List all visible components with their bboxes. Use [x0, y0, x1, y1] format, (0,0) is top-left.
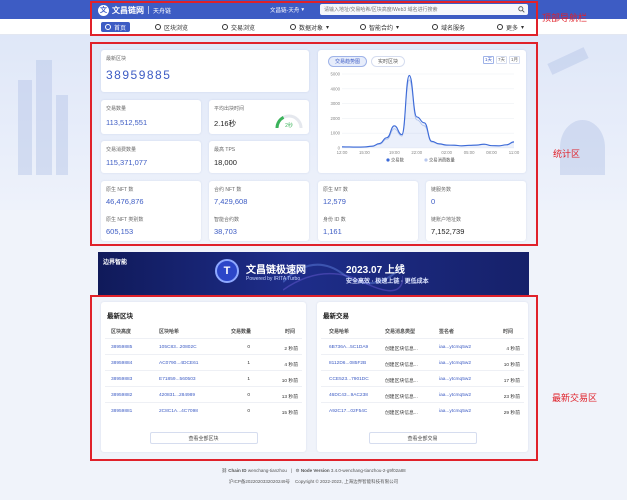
- banner-slogan: 安全高效 · 极速上链 · 更低成本: [346, 279, 429, 285]
- footer: ⛓ Chain ID wenchang-tianzhou | ⚙ Node Ve…: [0, 468, 627, 485]
- banner-date: 2023.07 上线: [346, 265, 405, 276]
- node-icon: ⚙: [295, 468, 300, 473]
- banner-powered: Powered by IRITA Turbo: [246, 276, 301, 282]
- icp-link[interactable]: 沪ICP备2022020332020249号: [229, 479, 290, 484]
- annotation-box-latest: [90, 295, 538, 461]
- annotation-label-stats: 统计区: [553, 149, 581, 159]
- banner-title: 文昌链极速网: [246, 265, 306, 276]
- banner-org: 边界智能: [103, 260, 128, 266]
- annotation-label-top-nav: 顶部导航栏: [542, 13, 588, 23]
- annotation-box-top-nav: [90, 1, 538, 36]
- footer-versions: ⛓ Chain ID wenchang-tianzhou | ⚙ Node Ve…: [221, 468, 406, 473]
- footer-legal: 沪ICP备2022020332020249号 Copyright © 2022-…: [0, 479, 627, 485]
- chain-icon: ⛓: [221, 468, 228, 473]
- banner-logo-icon: T: [215, 259, 239, 283]
- node-version-value: 3.4.0-wenchang-tianzhou-2-g9f02a88: [330, 468, 406, 473]
- building-decoration: [36, 60, 52, 175]
- copyright: Copyright © 2022-2023, 上海边界智能科技有限公司: [294, 479, 399, 484]
- chain-id-value: wenchang-tianzhou: [247, 468, 287, 473]
- node-version-label: Node Version: [300, 468, 330, 473]
- promo-banner[interactable]: 边界智能 T 文昌链极速网 Powered by IRITA Turbo 202…: [98, 252, 529, 296]
- building-decoration: [18, 80, 32, 175]
- chain-id-label: Chain ID: [228, 468, 247, 473]
- satellite-decoration: [547, 47, 589, 75]
- building-decoration: [56, 95, 68, 175]
- annotation-label-latest: 最新交易区: [552, 393, 598, 403]
- annotation-box-stats: [90, 42, 538, 246]
